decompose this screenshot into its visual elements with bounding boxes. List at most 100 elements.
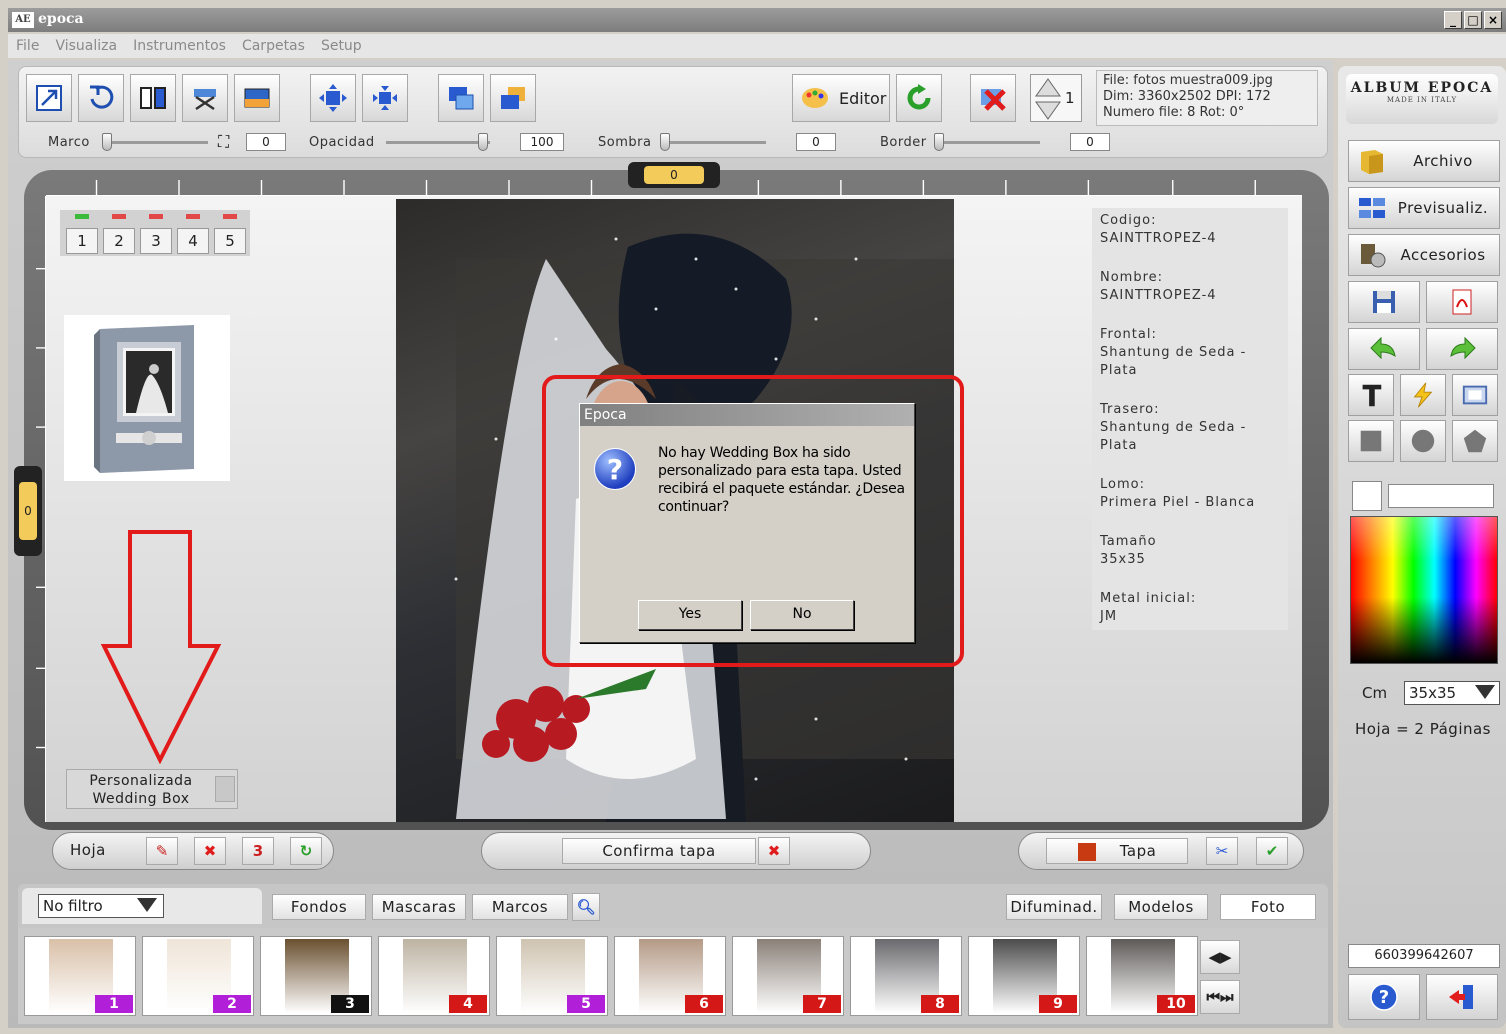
add-page-button[interactable]: ↻ <box>290 837 322 865</box>
add-circle-button[interactable] <box>1400 420 1446 462</box>
effects-button[interactable] <box>1400 374 1446 416</box>
page-tab-5[interactable]: 5 <box>214 228 246 254</box>
marco-link-icon[interactable]: ⛶ <box>218 132 229 152</box>
editor-button[interactable]: Editor <box>792 74 890 122</box>
size-select[interactable]: 35x35 <box>1404 681 1500 705</box>
maximize-button[interactable]: □ <box>1464 11 1482 29</box>
photo-thumbnail[interactable]: 2 <box>142 936 254 1016</box>
menu-setup[interactable]: Setup <box>321 38 362 54</box>
fit-expand-button[interactable] <box>310 74 356 122</box>
secondary-color-swatch[interactable] <box>1388 484 1494 508</box>
tapa-button[interactable]: Tapa <box>1046 838 1188 864</box>
resize-tool-button[interactable] <box>26 74 72 122</box>
cancel-confirm-button[interactable]: ✖ <box>758 837 790 865</box>
confirma-tapa-button[interactable]: Confirma tapa <box>562 838 756 864</box>
thumbnail-number: 5 <box>567 995 605 1013</box>
personalizada-line-2: Wedding Box <box>92 791 190 807</box>
color-picker[interactable] <box>1350 516 1498 664</box>
menu-file[interactable]: File <box>16 38 39 54</box>
tab-difuminad[interactable]: Difuminad. <box>1006 894 1102 920</box>
page-count-button[interactable]: 3 <box>242 837 274 865</box>
photo-thumbnail[interactable]: 8 <box>850 936 962 1016</box>
redo-button[interactable] <box>1426 328 1498 370</box>
redo-icon <box>1450 336 1476 360</box>
page-tab-2[interactable]: 2 <box>103 228 135 254</box>
edit-page-button[interactable]: ✎ <box>146 837 178 865</box>
opacidad-slider-handle[interactable] <box>478 133 488 151</box>
palette-icon <box>802 88 828 108</box>
menu-visualiza[interactable]: Visualiza <box>55 38 117 54</box>
refresh-button[interactable] <box>896 74 942 122</box>
prev-next-arrows-icon: ◀▶ <box>1208 948 1232 966</box>
thumbs-prev-next[interactable]: ◀▶ <box>1200 940 1240 974</box>
delete-x-icon: ✖ <box>203 842 217 860</box>
photo-thumbnail[interactable]: 4 <box>378 936 490 1016</box>
tab-marcos[interactable]: Marcos <box>472 894 568 920</box>
flip-tool-button[interactable] <box>130 74 176 122</box>
exit-button[interactable] <box>1426 974 1498 1020</box>
page-tab-1[interactable]: 1 <box>66 228 98 254</box>
previsualiz-button[interactable]: Previsualiz. <box>1348 187 1500 229</box>
border-slider-handle[interactable] <box>934 133 944 151</box>
sombra-value[interactable]: 0 <box>796 133 836 151</box>
undo-button[interactable] <box>1348 328 1420 370</box>
photo-thumbnail[interactable]: 3 <box>260 936 372 1016</box>
expand-icon <box>319 84 347 112</box>
send-backward-button[interactable] <box>490 74 536 122</box>
delete-page-button[interactable]: ✖ <box>194 837 226 865</box>
filter-select[interactable]: No filtro <box>38 894 164 918</box>
crop-icon <box>194 89 216 111</box>
tab-mascaras[interactable]: Mascaras <box>372 894 466 920</box>
search-button[interactable]: 🔍︎ <box>572 893 600 921</box>
border-value[interactable]: 0 <box>1070 133 1110 151</box>
photo-thumbnail[interactable]: 9 <box>968 936 1080 1016</box>
rotate-tool-button[interactable] <box>78 74 124 122</box>
tab-modelos[interactable]: Modelos <box>1114 894 1208 920</box>
page-tab-4[interactable]: 4 <box>177 228 209 254</box>
fit-contract-button[interactable] <box>362 74 408 122</box>
personalizada-wedding-box-control[interactable]: Personalizada Wedding Box <box>66 769 238 809</box>
photo-thumbnail[interactable]: 7 <box>732 936 844 1016</box>
page-counter[interactable]: 1 <box>1030 74 1082 122</box>
bring-forward-button[interactable] <box>438 74 484 122</box>
marco-slider-handle[interactable] <box>102 133 112 151</box>
tab-foto[interactable]: Foto <box>1220 894 1316 920</box>
page-tabs: 1 2 3 4 5 <box>60 210 250 256</box>
personalizada-toggle[interactable] <box>215 776 235 802</box>
add-polygon-button[interactable] <box>1452 420 1498 462</box>
help-button[interactable]: ? <box>1348 974 1420 1020</box>
cover-tools-button[interactable]: ✂ <box>1206 837 1238 865</box>
border-slider-track <box>936 141 1040 144</box>
primary-color-swatch[interactable] <box>1352 481 1382 511</box>
minimize-button[interactable]: _ <box>1444 11 1462 29</box>
crop-tool-button[interactable] <box>182 74 228 122</box>
horizontal-guide-handle[interactable]: 0 <box>628 162 720 188</box>
tab-fondos[interactable]: Fondos <box>272 894 366 920</box>
menu-instrumentos[interactable]: Instrumentos <box>133 38 226 54</box>
thumbs-first-last[interactable]: ⏮⏭ <box>1200 980 1240 1014</box>
vertical-guide-handle[interactable]: 0 <box>14 466 42 556</box>
photo-thumbnail[interactable]: 1 <box>24 936 136 1016</box>
lomo-value: Primera Piel - Blanca <box>1100 495 1256 510</box>
photo-thumbnail[interactable]: 10 <box>1086 936 1198 1016</box>
delete-photo-button[interactable] <box>970 74 1016 122</box>
sombra-slider-handle[interactable] <box>660 133 670 151</box>
thumbnail-number: 3 <box>331 995 369 1013</box>
menu-carpetas[interactable]: Carpetas <box>242 38 305 54</box>
add-frame-button[interactable] <box>1452 374 1498 416</box>
add-text-button[interactable] <box>1348 374 1394 416</box>
page-tab-3[interactable]: 3 <box>140 228 172 254</box>
accesorios-button[interactable]: Accesorios <box>1348 234 1500 276</box>
image-adjust-button[interactable] <box>234 74 280 122</box>
photo-thumbnail[interactable]: 6 <box>614 936 726 1016</box>
photo-thumbnail[interactable]: 5 <box>496 936 608 1016</box>
archivo-button[interactable]: Archivo <box>1348 140 1500 182</box>
add-rectangle-button[interactable] <box>1348 420 1394 462</box>
cover-approve-button[interactable]: ✔ <box>1256 837 1288 865</box>
close-button[interactable]: × <box>1484 11 1502 29</box>
opacidad-value[interactable]: 100 <box>520 133 564 151</box>
thumbnail-number: 4 <box>449 995 487 1013</box>
marco-value[interactable]: 0 <box>246 133 286 151</box>
save-button[interactable] <box>1348 281 1420 323</box>
export-pdf-button[interactable] <box>1426 281 1498 323</box>
